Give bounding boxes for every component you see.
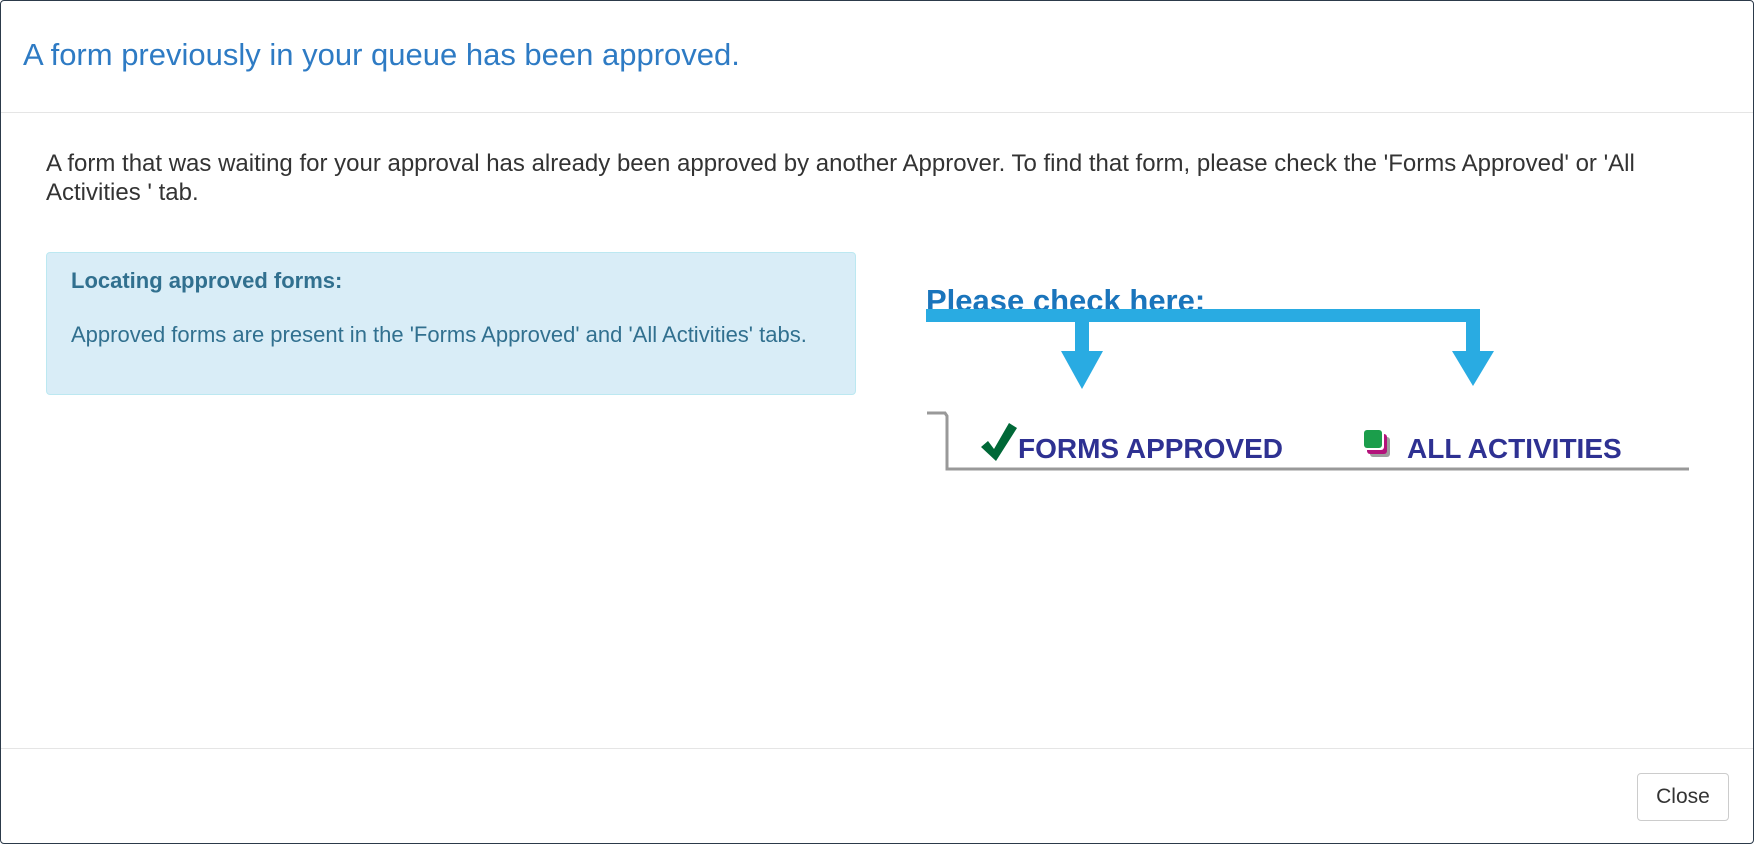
- intro-text: A form that was waiting for your approva…: [46, 150, 1635, 206]
- arrow-right-head: [1452, 351, 1494, 386]
- arrow-right-stem: [1466, 309, 1480, 351]
- arrow-horizontal-bar: [926, 309, 1480, 322]
- arrow-left-head: [1061, 351, 1103, 389]
- dialog-body: A form that was waiting for your approva…: [1, 113, 1753, 747]
- tab-forms-approved: FORMS APPROVED: [1018, 433, 1283, 464]
- checkmark-icon: [981, 423, 1017, 461]
- info-alert: Locating approved forms: Approved forms …: [46, 252, 856, 395]
- info-heading: Locating approved forms:: [71, 268, 343, 293]
- arrows-graphic: [926, 309, 1494, 389]
- close-button[interactable]: Close: [1637, 773, 1729, 821]
- dialog-header: A form previously in your queue has been…: [1, 1, 1753, 113]
- dialog-footer: Close: [1, 748, 1753, 844]
- arrow-left-stem: [1075, 309, 1089, 351]
- tabs-illustration: Please check here: FORMS APPROVED ALL AC…: [926, 283, 1689, 471]
- tab-all-activities: ALL ACTIVITIES: [1407, 433, 1622, 464]
- dialog-title: A form previously in your queue has been…: [23, 37, 740, 72]
- stacked-squares-icon: [1364, 430, 1390, 457]
- approved-form-dialog: A form previously in your queue has been…: [0, 0, 1754, 844]
- info-text: Approved forms are present in the 'Forms…: [71, 322, 807, 347]
